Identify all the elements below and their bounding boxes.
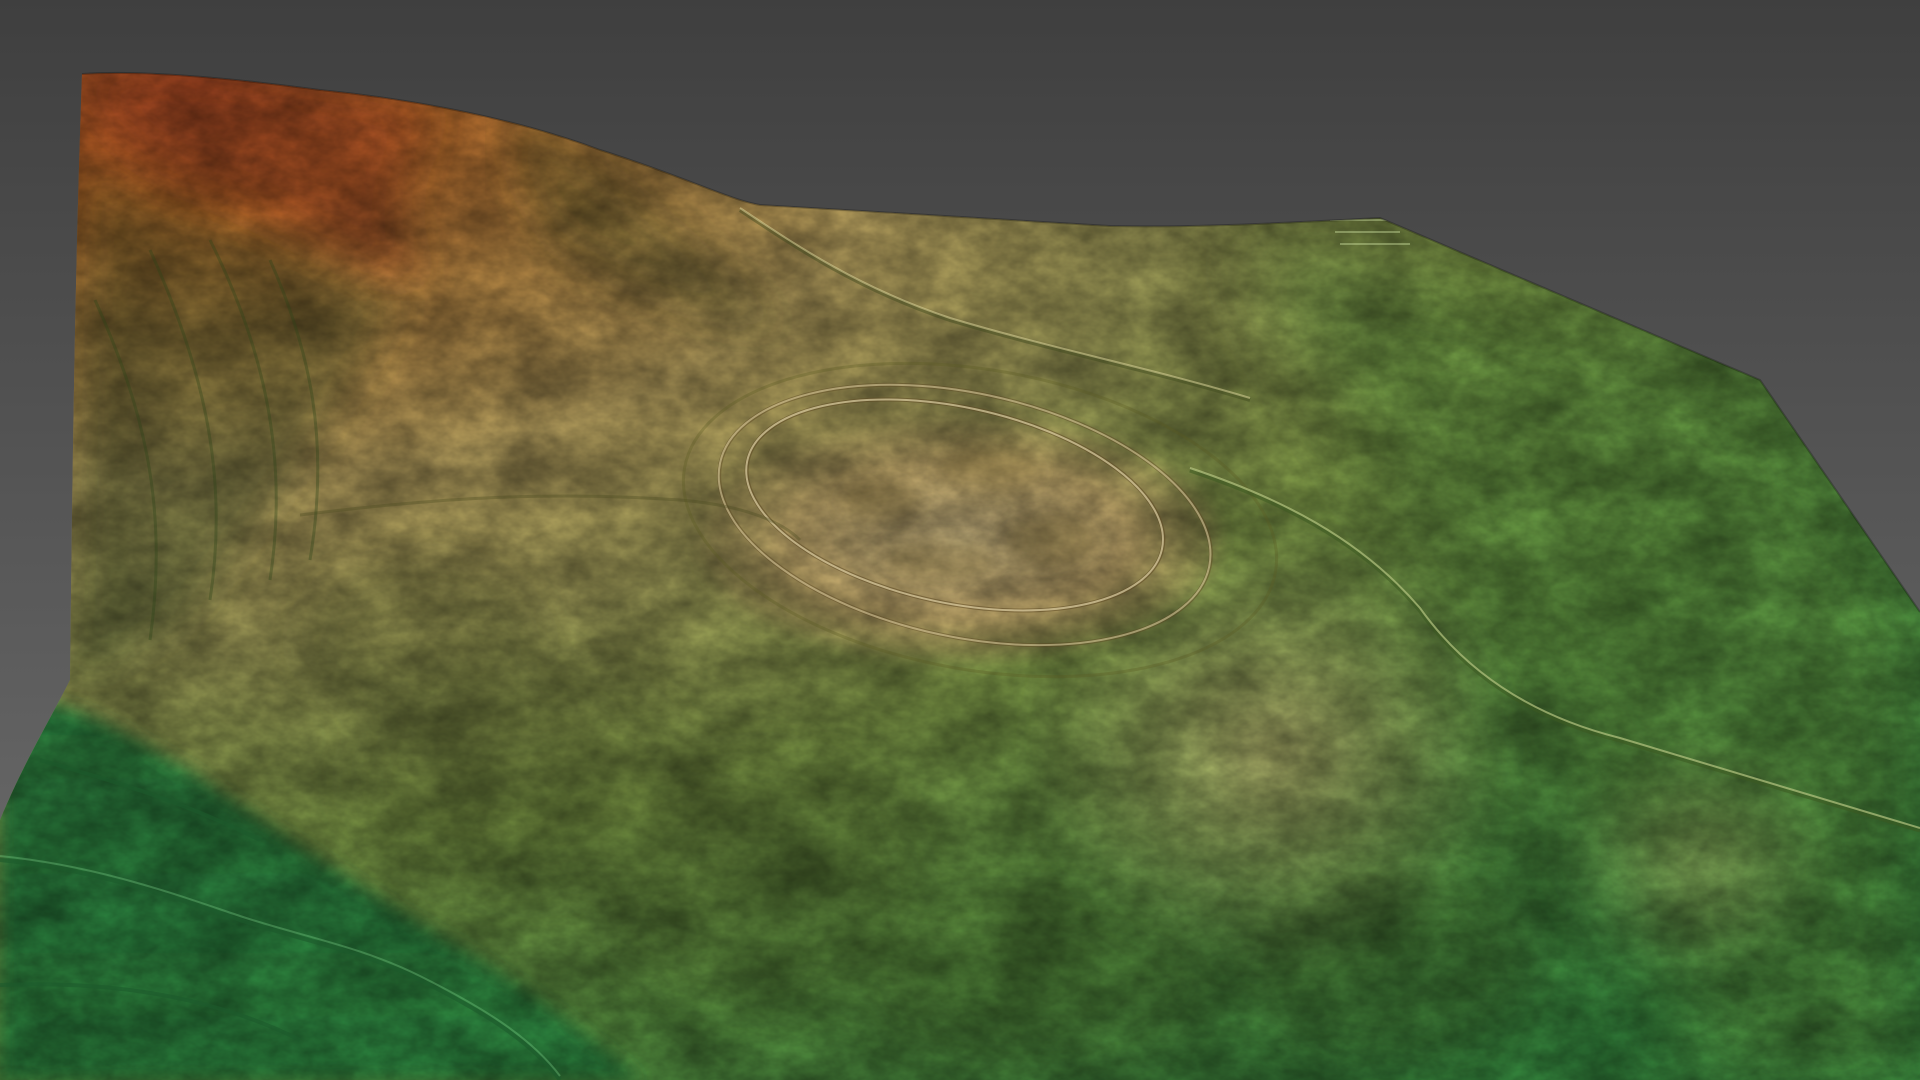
3d-viewport[interactable] xyxy=(0,0,1920,1080)
terrain-scene xyxy=(0,0,1920,1080)
